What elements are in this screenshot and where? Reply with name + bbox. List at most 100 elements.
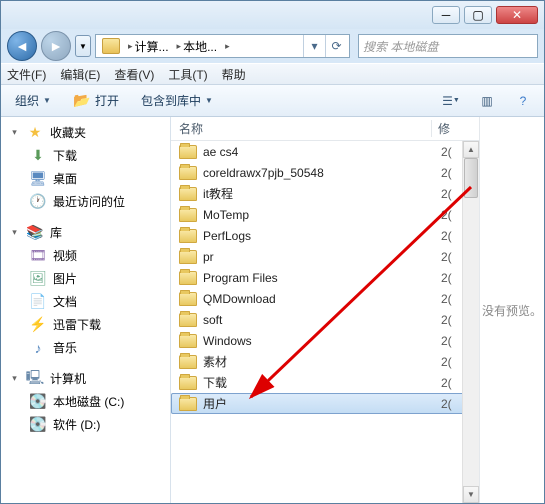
menu-help[interactable]: 帮助 bbox=[222, 66, 246, 83]
collapse-icon: ▾ bbox=[9, 373, 20, 384]
nav-pictures[interactable]: 🖼图片 bbox=[1, 267, 170, 290]
close-button[interactable]: ✕ bbox=[496, 6, 538, 24]
file-name: 素材 bbox=[203, 353, 435, 370]
help-icon[interactable]: ? bbox=[510, 90, 536, 112]
file-name: Program Files bbox=[203, 271, 435, 285]
file-name: 下载 bbox=[203, 374, 435, 391]
computer-icon: 🖳 bbox=[26, 371, 44, 387]
file-name: coreldrawx7pjb_50548 bbox=[203, 166, 435, 180]
body: ▾ ★ 收藏夹 ⬇下载 🖥桌面 🕐最近访问的位 ▾ 📚 库 🎞视频 🖼图片 📄文… bbox=[1, 117, 544, 503]
breadcrumb-seg[interactable]: 计算... bbox=[135, 38, 169, 55]
folder-icon bbox=[179, 250, 197, 264]
libraries-group[interactable]: ▾ 📚 库 bbox=[1, 221, 170, 244]
scroll-thumb[interactable] bbox=[464, 158, 478, 198]
thunder-icon: ⚡ bbox=[29, 317, 47, 333]
scroll-down-button[interactable]: ▼ bbox=[463, 486, 479, 503]
organize-button[interactable]: 组织▼ bbox=[9, 90, 57, 111]
file-row[interactable]: ae cs42( bbox=[171, 141, 479, 162]
file-row[interactable]: QMDownload2( bbox=[171, 288, 479, 309]
breadcrumb-seg[interactable]: 本地... bbox=[183, 38, 217, 55]
file-row[interactable]: it教程2( bbox=[171, 183, 479, 204]
music-icon: ♪ bbox=[29, 340, 47, 356]
minimize-button[interactable]: ─ bbox=[432, 6, 460, 24]
nav-thunder[interactable]: ⚡迅雷下载 bbox=[1, 313, 170, 336]
star-icon: ★ bbox=[26, 125, 44, 141]
back-button[interactable]: ◄ bbox=[7, 31, 37, 61]
computer-group[interactable]: ▾ 🖳 计算机 bbox=[1, 367, 170, 390]
file-row[interactable]: MoTemp2( bbox=[171, 204, 479, 225]
open-button[interactable]: 📂打开 bbox=[67, 90, 125, 111]
file-row[interactable]: 下载2( bbox=[171, 372, 479, 393]
file-name: PerfLogs bbox=[203, 229, 435, 243]
file-row[interactable]: pr2( bbox=[171, 246, 479, 267]
nav-drive-d[interactable]: 💽软件 (D:) bbox=[1, 413, 170, 436]
maximize-button[interactable]: ▢ bbox=[464, 6, 492, 24]
column-header[interactable]: 名称 修 bbox=[171, 117, 479, 141]
explorer-window: ─ ▢ ✕ ◄ ► ▼ ▸计算... ▸本地... ▸ ▾ ⟳ 搜索 本地磁盘 … bbox=[0, 0, 545, 504]
folder-icon bbox=[179, 355, 197, 369]
disk-icon: 💽 bbox=[29, 394, 47, 410]
menu-tools[interactable]: 工具(T) bbox=[168, 66, 207, 83]
preview-pane-button[interactable]: ▥ bbox=[474, 90, 500, 112]
command-bar: 组织▼ 📂打开 包含到库中▼ ☰ ▼ ▥ ? bbox=[1, 85, 544, 117]
library-icon: 📚 bbox=[26, 225, 44, 241]
refresh-button[interactable]: ⟳ bbox=[325, 35, 347, 57]
file-row[interactable]: Program Files2( bbox=[171, 267, 479, 288]
folder-icon bbox=[179, 229, 197, 243]
scroll-up-button[interactable]: ▲ bbox=[463, 141, 479, 158]
download-icon: ⬇ bbox=[29, 148, 47, 164]
file-list: 名称 修 ae cs42(coreldrawx7pjb_505482(it教程2… bbox=[171, 117, 479, 503]
menu-edit[interactable]: 编辑(E) bbox=[60, 66, 100, 83]
file-row[interactable]: coreldrawx7pjb_505482( bbox=[171, 162, 479, 183]
main-pane: 名称 修 ae cs42(coreldrawx7pjb_505482(it教程2… bbox=[171, 117, 544, 503]
disk-icon: 💽 bbox=[29, 417, 47, 433]
file-row[interactable]: PerfLogs2( bbox=[171, 225, 479, 246]
folder-icon bbox=[179, 208, 197, 222]
file-name: MoTemp bbox=[203, 208, 435, 222]
file-row[interactable]: soft2( bbox=[171, 309, 479, 330]
scrollbar[interactable]: ▲ ▼ bbox=[462, 141, 479, 503]
file-name: QMDownload bbox=[203, 292, 435, 306]
favorites-group[interactable]: ▾ ★ 收藏夹 bbox=[1, 121, 170, 144]
titlebar: ─ ▢ ✕ bbox=[1, 1, 544, 29]
folder-open-icon: 📂 bbox=[73, 93, 91, 109]
nav-documents[interactable]: 📄文档 bbox=[1, 290, 170, 313]
collapse-icon: ▾ bbox=[9, 227, 20, 238]
nav-drive-c[interactable]: 💽本地磁盘 (C:) bbox=[1, 390, 170, 413]
nav-music[interactable]: ♪音乐 bbox=[1, 336, 170, 359]
nav-recent[interactable]: 🕐最近访问的位 bbox=[1, 190, 170, 213]
nav-desktop[interactable]: 🖥桌面 bbox=[1, 167, 170, 190]
menu-file[interactable]: 文件(F) bbox=[7, 66, 46, 83]
file-row[interactable]: 素材2( bbox=[171, 351, 479, 372]
folder-icon bbox=[179, 376, 197, 390]
file-name: soft bbox=[203, 313, 435, 327]
folder-icon bbox=[179, 166, 197, 180]
recent-icon: 🕐 bbox=[29, 194, 47, 210]
folder-icon bbox=[179, 292, 197, 306]
history-dropdown[interactable]: ▼ bbox=[75, 35, 91, 57]
address-bar[interactable]: ▸计算... ▸本地... ▸ ▾ ⟳ bbox=[95, 34, 350, 58]
nav-tree: ▾ ★ 收藏夹 ⬇下载 🖥桌面 🕐最近访问的位 ▾ 📚 库 🎞视频 🖼图片 📄文… bbox=[1, 117, 171, 503]
nav-video[interactable]: 🎞视频 bbox=[1, 244, 170, 267]
file-name: pr bbox=[203, 250, 435, 264]
menu-view[interactable]: 查看(V) bbox=[114, 66, 154, 83]
nav-downloads[interactable]: ⬇下载 bbox=[1, 144, 170, 167]
search-input[interactable]: 搜索 本地磁盘 bbox=[358, 34, 538, 58]
nav-toolbar: ◄ ► ▼ ▸计算... ▸本地... ▸ ▾ ⟳ 搜索 本地磁盘 bbox=[1, 29, 544, 63]
file-row[interactable]: 用户2( bbox=[171, 393, 479, 414]
folder-icon bbox=[179, 187, 197, 201]
folder-icon bbox=[179, 397, 197, 411]
file-row[interactable]: Windows2( bbox=[171, 330, 479, 351]
file-name: it教程 bbox=[203, 185, 435, 202]
col-name[interactable]: 名称 bbox=[179, 120, 431, 137]
video-icon: 🎞 bbox=[29, 248, 47, 264]
forward-button[interactable]: ► bbox=[41, 31, 71, 61]
folder-icon bbox=[179, 145, 197, 159]
view-mode-button[interactable]: ☰ ▼ bbox=[438, 90, 464, 112]
col-modified[interactable]: 修 bbox=[431, 120, 471, 137]
file-name: ae cs4 bbox=[203, 145, 435, 159]
search-placeholder: 搜索 本地磁盘 bbox=[363, 38, 438, 55]
picture-icon: 🖼 bbox=[29, 271, 47, 287]
address-dropdown[interactable]: ▾ bbox=[303, 35, 325, 57]
include-button[interactable]: 包含到库中▼ bbox=[135, 90, 219, 111]
